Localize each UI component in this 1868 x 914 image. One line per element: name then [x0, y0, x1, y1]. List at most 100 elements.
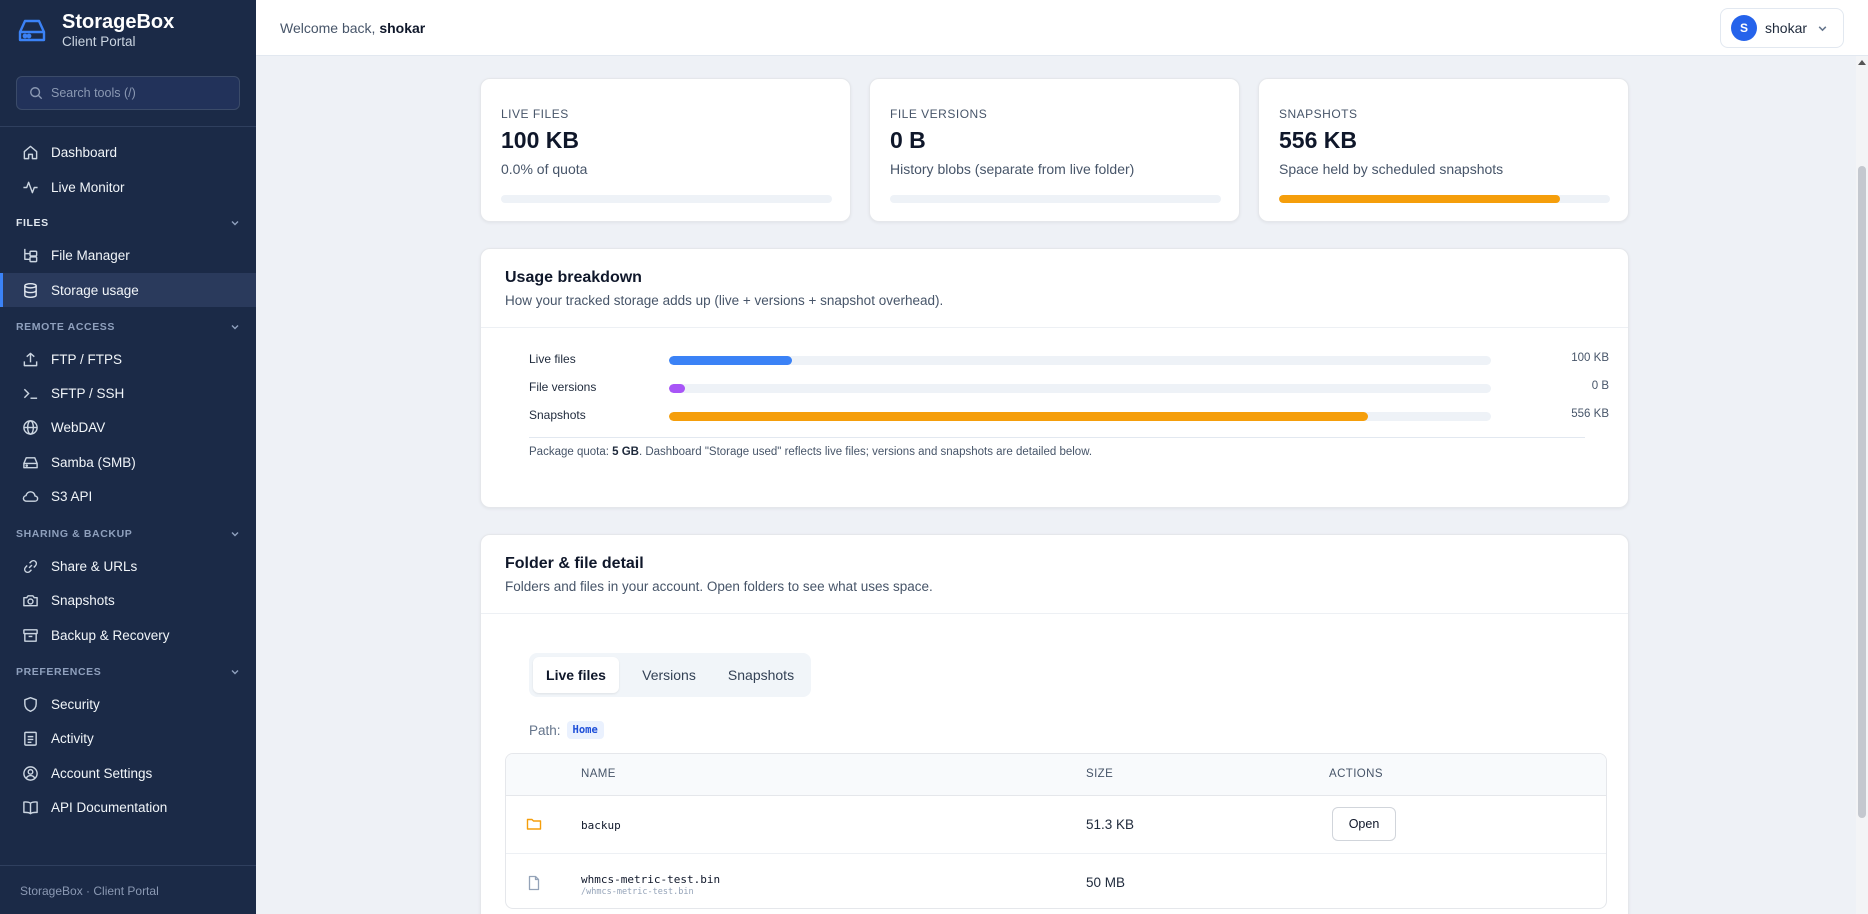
- column-header-size[interactable]: SIZE: [1086, 768, 1113, 780]
- breadcrumb: Path: Home: [529, 721, 604, 739]
- sidebar-item-label: Snapshots: [51, 592, 115, 608]
- brand-title: StorageBox: [62, 11, 175, 33]
- stat-value: 100 KB: [501, 127, 579, 153]
- sidebar-footer-divider: [0, 865, 256, 866]
- chevron-down-icon: [1818, 25, 1827, 31]
- card-subtitle: How your tracked storage adds up (live +…: [505, 293, 944, 308]
- section-preferences[interactable]: PREFERENCES: [16, 664, 240, 680]
- stat-value: 556 KB: [1279, 127, 1357, 153]
- stat-description: Space held by scheduled snapshots: [1279, 161, 1504, 177]
- user-menu-button[interactable]: S shokar: [1720, 8, 1844, 48]
- camera-icon: [23, 594, 38, 606]
- column-header-name[interactable]: NAME: [581, 768, 616, 780]
- sidebar-item-activity[interactable]: Activity: [0, 721, 256, 755]
- sidebar-item-ftp[interactable]: FTP / FTPS: [0, 342, 256, 376]
- sidebar-item-label: SFTP / SSH: [51, 385, 125, 401]
- sidebar-divider: [0, 126, 256, 127]
- sidebar-item-webdav[interactable]: WebDAV: [0, 410, 256, 444]
- breakdown-value: 100 KB: [1571, 352, 1609, 364]
- archive-icon: [23, 628, 38, 642]
- sidebar-footer: StorageBox · Client Portal: [20, 884, 159, 898]
- section-remote-access[interactable]: REMOTE ACCESS: [16, 319, 240, 335]
- view-tabs: Live files Versions Snapshots: [529, 653, 811, 697]
- link-icon: [23, 559, 38, 573]
- file-icon: [528, 875, 540, 891]
- breakdown-bar: [669, 356, 1491, 365]
- sidebar-item-label: Security: [51, 696, 100, 712]
- breadcrumb-home[interactable]: Home: [566, 721, 604, 739]
- breakdown-label: Snapshots: [529, 408, 586, 422]
- user-name: shokar: [1765, 20, 1808, 36]
- section-files[interactable]: FILES: [16, 215, 240, 231]
- sidebar-item-label: Share & URLs: [51, 558, 138, 574]
- scroll-up-arrow-icon[interactable]: [1858, 60, 1866, 65]
- search-placeholder: Search tools (/): [51, 86, 136, 100]
- stat-label: FILE VERSIONS: [890, 107, 988, 121]
- tab-live-files[interactable]: Live files: [533, 657, 619, 693]
- sidebar-item-file-manager[interactable]: File Manager: [0, 238, 256, 272]
- sidebar-item-share[interactable]: Share & URLs: [0, 549, 256, 583]
- quota-value: 5 GB: [612, 446, 639, 458]
- shield-icon: [24, 696, 37, 712]
- sidebar-item-label: FTP / FTPS: [51, 351, 123, 367]
- open-folder-button[interactable]: Open: [1332, 807, 1396, 841]
- clipboard-list-icon: [24, 731, 37, 746]
- breakdown-label: File versions: [529, 380, 597, 394]
- stat-description: 0.0% of quota: [501, 161, 588, 177]
- file-path: /whmcs-metric-test.bin: [581, 887, 694, 897]
- sidebar-item-s3[interactable]: S3 API: [0, 479, 256, 513]
- table-row[interactable]: whmcs-metric-test.bin /whmcs-metric-test…: [506, 854, 1606, 908]
- sidebar: StorageBox Client Portal Search tools (/…: [0, 0, 256, 914]
- path-label: Path:: [529, 722, 561, 738]
- section-label: PREFERENCES: [16, 666, 102, 678]
- progress-bar: [1279, 195, 1610, 203]
- sidebar-item-storage-usage[interactable]: Storage usage: [0, 273, 256, 307]
- card-title: Folder & file detail: [505, 555, 644, 572]
- sidebar-item-account-settings[interactable]: Account Settings: [0, 756, 256, 790]
- sidebar-item-label: Dashboard: [51, 144, 118, 160]
- file-name[interactable]: whmcs-metric-test.bin: [581, 873, 720, 886]
- card-divider: [481, 613, 1628, 614]
- sidebar-item-dashboard[interactable]: Dashboard: [0, 135, 256, 169]
- sidebar-item-label: Activity: [51, 730, 94, 746]
- file-table: NAME SIZE ACTIONS backup 51.3 KB Open wh…: [505, 753, 1607, 909]
- table-row[interactable]: backup 51.3 KB Open: [506, 796, 1606, 854]
- chevron-down-icon: [231, 532, 239, 537]
- usage-breakdown-card: Usage breakdown How your tracked storage…: [480, 248, 1629, 508]
- sidebar-item-api-documentation[interactable]: API Documentation: [0, 790, 256, 824]
- file-size: 50 MB: [1086, 875, 1126, 890]
- breakdown-value: 556 KB: [1571, 408, 1609, 420]
- top-bar: Welcome back, shokar S shokar: [256, 0, 1868, 56]
- sidebar-item-label: WebDAV: [51, 419, 106, 435]
- chevron-down-icon: [231, 221, 239, 226]
- sidebar-item-backup[interactable]: Backup & Recovery: [0, 618, 256, 652]
- folder-icon: [526, 818, 542, 830]
- brand[interactable]: StorageBox Client Portal: [0, 0, 256, 62]
- folder-tree-icon: [24, 248, 38, 262]
- chevron-down-icon: [231, 325, 239, 330]
- sidebar-item-label: Live Monitor: [51, 179, 125, 195]
- sidebar-item-live-monitor[interactable]: Live Monitor: [0, 170, 256, 204]
- search-input[interactable]: Search tools (/): [16, 76, 240, 110]
- sidebar-item-label: Storage usage: [51, 282, 139, 298]
- breakdown-value: 0 B: [1591, 380, 1609, 392]
- progress-bar: [890, 195, 1221, 203]
- sidebar-item-security[interactable]: Security: [0, 687, 256, 721]
- cloud-icon: [22, 490, 39, 502]
- tab-versions[interactable]: Versions: [625, 657, 713, 693]
- welcome-username: shokar: [379, 20, 426, 36]
- file-size: 51.3 KB: [1086, 817, 1135, 832]
- sidebar-item-label: Account Settings: [51, 765, 153, 781]
- activity-pulse-icon: [23, 181, 38, 193]
- file-name[interactable]: backup: [581, 819, 621, 832]
- sidebar-item-samba[interactable]: Samba (SMB): [0, 445, 256, 479]
- sidebar-item-snapshots[interactable]: Snapshots: [0, 583, 256, 617]
- scrollbar-thumb[interactable]: [1858, 166, 1866, 818]
- page-scrollbar[interactable]: [1856, 56, 1868, 914]
- tab-snapshots[interactable]: Snapshots: [715, 657, 807, 693]
- brand-subtitle: Client Portal: [62, 34, 136, 49]
- welcome-text: Welcome back,: [280, 20, 376, 36]
- stat-card-live-files: LIVE FILES 100 KB 0.0% of quota: [480, 78, 851, 222]
- sidebar-item-sftp[interactable]: SFTP / SSH: [0, 376, 256, 410]
- section-sharing-backup[interactable]: SHARING & BACKUP: [16, 526, 240, 542]
